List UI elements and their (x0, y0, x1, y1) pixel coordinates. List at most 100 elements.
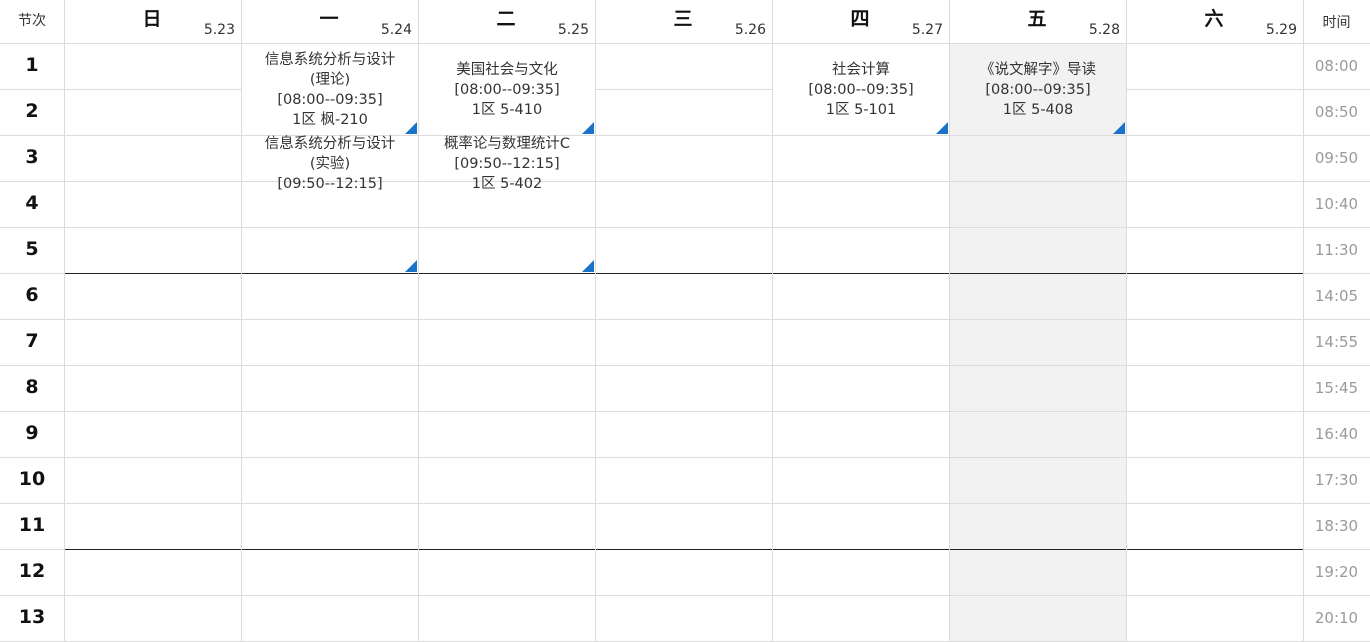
timetable-slot[interactable] (419, 320, 595, 365)
timetable-slot[interactable] (1127, 366, 1303, 411)
timetable-slot[interactable] (242, 504, 418, 549)
timetable-slot[interactable] (65, 550, 241, 595)
timetable-slot[interactable] (419, 596, 595, 641)
timetable-slot[interactable] (1127, 596, 1303, 641)
timetable-slot[interactable] (65, 412, 241, 457)
period-time: 18:30 (1314, 517, 1359, 535)
timetable-slot[interactable] (242, 412, 418, 457)
timetable-slot[interactable] (419, 412, 595, 457)
timetable-slot[interactable] (1127, 136, 1303, 181)
timetable-slot[interactable] (596, 596, 772, 641)
timetable-slot[interactable] (419, 366, 595, 411)
timetable-slot[interactable] (65, 320, 241, 365)
timetable-slot[interactable] (1127, 182, 1303, 227)
timetable-slot[interactable] (950, 504, 1126, 549)
timetable-slot[interactable] (596, 504, 772, 549)
period-time: 08:00 (1314, 57, 1359, 75)
timetable-slot[interactable] (65, 458, 241, 503)
timetable-slot[interactable] (950, 412, 1126, 457)
timetable-slot[interactable] (242, 320, 418, 365)
period-time: 11:30 (1314, 241, 1359, 259)
timetable-slot[interactable] (1127, 458, 1303, 503)
timetable-slot[interactable] (242, 274, 418, 319)
timetable-slot[interactable] (773, 550, 949, 595)
timetable-slot[interactable] (65, 366, 241, 411)
timetable-slot[interactable] (596, 412, 772, 457)
timetable-slot[interactable] (596, 182, 772, 227)
timetable-slot[interactable] (773, 228, 949, 273)
timetable-slot[interactable] (950, 182, 1126, 227)
timetable-slot[interactable] (950, 458, 1126, 503)
timetable-slot[interactable] (773, 136, 949, 181)
timetable-slot[interactable] (773, 504, 949, 549)
timetable-slot[interactable] (1127, 274, 1303, 319)
period-number: 11 (18, 514, 46, 536)
timetable-slot[interactable] (65, 182, 241, 227)
timetable-slot[interactable] (773, 274, 949, 319)
day-header-4[interactable]: 四 5.27 (772, 0, 949, 43)
timetable-slot[interactable] (65, 228, 241, 273)
timetable-slot[interactable] (1127, 90, 1303, 135)
timetable-slot[interactable] (65, 274, 241, 319)
timetable-slot[interactable] (1127, 504, 1303, 549)
timetable-slot[interactable] (242, 458, 418, 503)
day-header-5[interactable]: 五 5.28 (949, 0, 1126, 43)
timetable-slot[interactable] (773, 412, 949, 457)
timetable-slot[interactable] (773, 596, 949, 641)
timetable-slot[interactable] (242, 550, 418, 595)
timetable-slot[interactable] (773, 458, 949, 503)
timetable-slot[interactable] (65, 44, 241, 89)
timetable-slot[interactable] (596, 44, 772, 89)
day-date: 5.23 (203, 22, 235, 38)
timetable-slot[interactable] (950, 596, 1126, 641)
timetable-slot[interactable] (65, 504, 241, 549)
timetable-slot[interactable] (596, 274, 772, 319)
day-header-2[interactable]: 二 5.25 (418, 0, 595, 43)
timetable-slot[interactable] (242, 596, 418, 641)
timetable-slot[interactable] (773, 366, 949, 411)
timetable-slot[interactable] (419, 504, 595, 549)
timetable-slot[interactable] (596, 90, 772, 135)
course-block[interactable]: 《说文解字》导读 [08:00--09:35] 1区 5-408 (950, 44, 1126, 135)
course-block[interactable]: 社会计算 [08:00--09:35] 1区 5-101 (773, 44, 949, 135)
timetable-slot[interactable] (596, 136, 772, 181)
timetable-slot[interactable] (1127, 228, 1303, 273)
timetable-slot[interactable] (65, 136, 241, 181)
timetable-slot[interactable] (65, 90, 241, 135)
timetable-slot[interactable] (596, 458, 772, 503)
timetable-slot[interactable] (950, 274, 1126, 319)
timetable-slot[interactable] (950, 550, 1126, 595)
timetable-slot[interactable] (950, 228, 1126, 273)
day-header-6[interactable]: 六 5.29 (1126, 0, 1303, 43)
day-header-0[interactable]: 日 5.23 (64, 0, 241, 43)
timetable-slot[interactable] (1127, 550, 1303, 595)
course-time: [09:50--12:15] (454, 156, 560, 172)
timetable-slot[interactable] (596, 550, 772, 595)
timetable-slot[interactable] (773, 320, 949, 365)
timetable-slot[interactable] (419, 458, 595, 503)
timetable-slot[interactable] (65, 596, 241, 641)
day-header-3[interactable]: 三 5.26 (595, 0, 772, 43)
timetable-slot[interactable] (596, 320, 772, 365)
timetable-slot[interactable] (1127, 320, 1303, 365)
period-time: 10:40 (1314, 195, 1359, 213)
timetable-slot[interactable] (950, 136, 1126, 181)
course-time: [08:00--09:35] (985, 82, 1091, 98)
timetable-slot[interactable] (242, 366, 418, 411)
timetable-slot[interactable] (1127, 412, 1303, 457)
timetable-slot[interactable] (596, 366, 772, 411)
course-block[interactable]: 概率论与数理统计C [09:50--12:15] 1区 5-402 (419, 46, 595, 273)
timetable-slot[interactable] (950, 366, 1126, 411)
timetable-slot[interactable] (773, 182, 949, 227)
timetable-slot[interactable] (419, 550, 595, 595)
course-title: 社会计算 (832, 62, 890, 78)
timetable-slot[interactable] (950, 320, 1126, 365)
period-number: 13 (18, 606, 46, 628)
course-block[interactable]: 信息系统分析与设计 (实验) [09:50--12:15] (242, 46, 418, 273)
day-header-1[interactable]: 一 5.24 (241, 0, 418, 43)
timetable-slot[interactable] (1127, 44, 1303, 89)
period-time: 16:40 (1314, 425, 1359, 443)
course-corner-marker-icon (1113, 122, 1125, 134)
timetable-slot[interactable] (596, 228, 772, 273)
timetable-slot[interactable] (419, 274, 595, 319)
